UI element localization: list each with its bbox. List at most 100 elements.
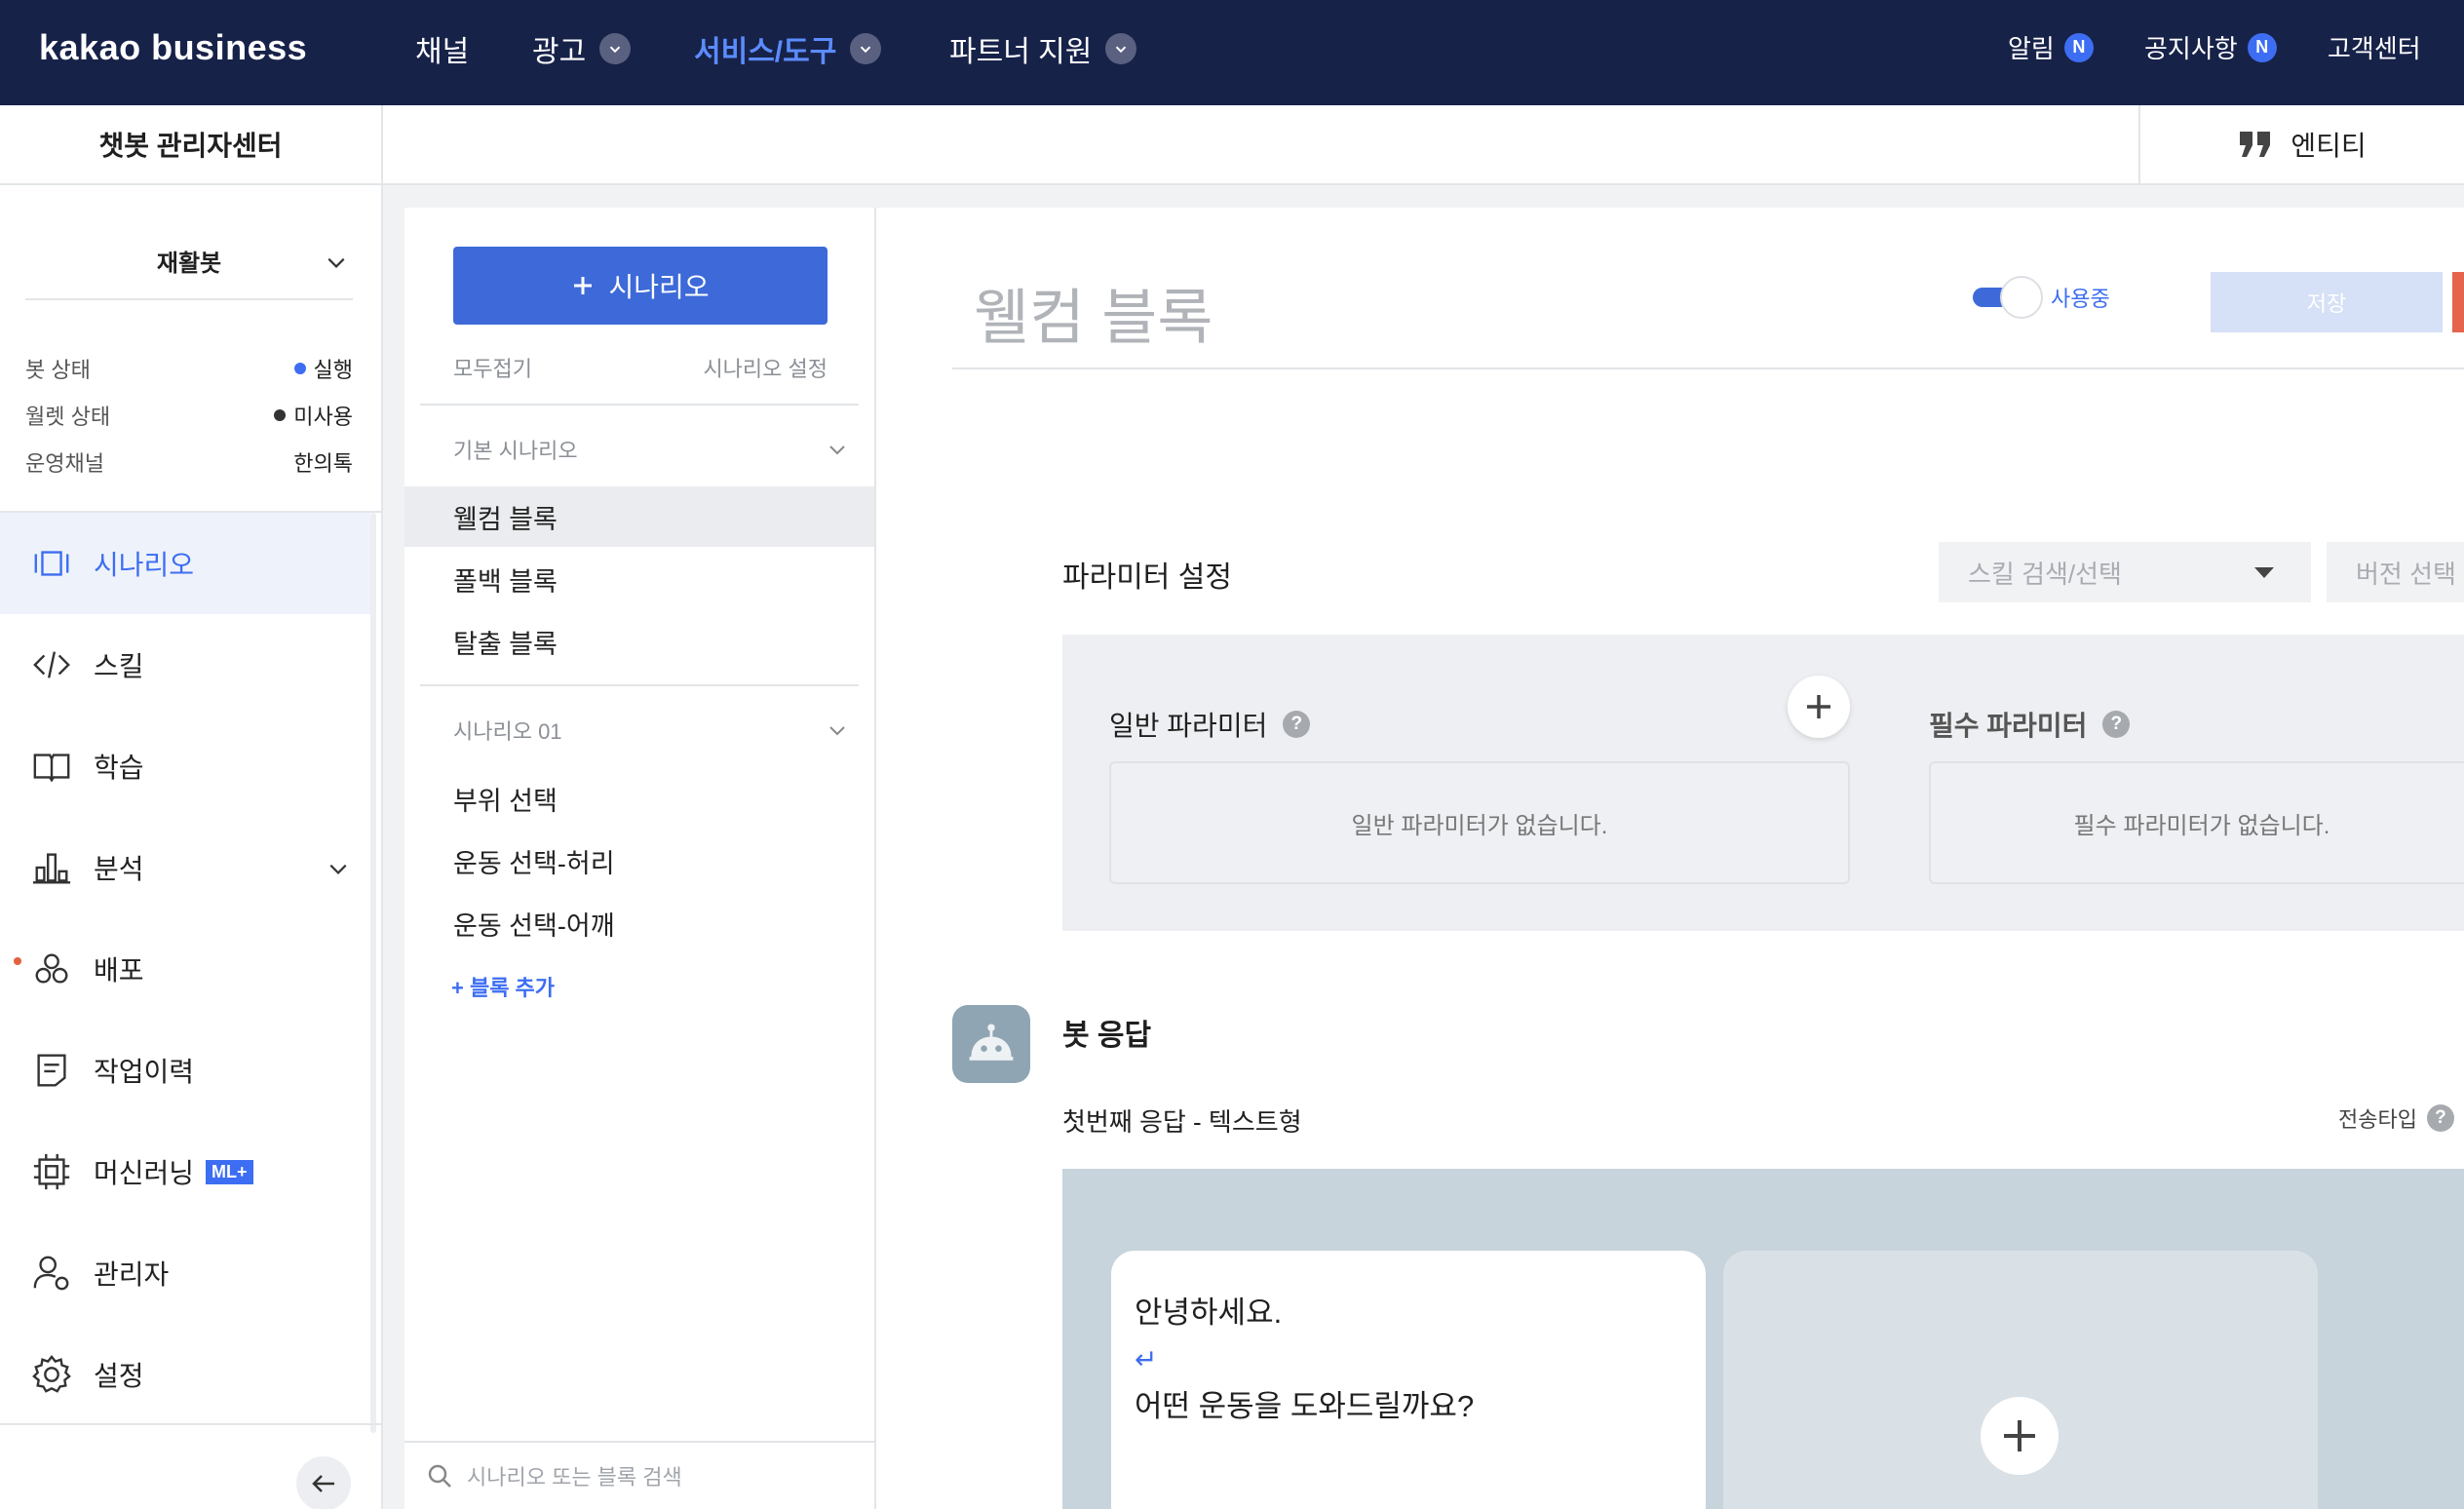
required-param-header: 필수 파라미터 ? bbox=[1929, 705, 2131, 744]
search-input[interactable]: 시나리오 또는 블록 검색 bbox=[467, 1460, 682, 1491]
sidebar-item-label: 스킬 bbox=[94, 651, 144, 681]
sidebar-item-deploy[interactable]: 배포 bbox=[0, 918, 370, 1020]
nav-partner-support[interactable]: 파트너 지원 bbox=[949, 27, 1137, 70]
chevron-down-icon bbox=[850, 33, 882, 64]
scenario-group-header[interactable]: 기본 시나리오 bbox=[453, 434, 847, 465]
group-title: 시나리오 01 bbox=[453, 719, 562, 744]
sidebar-item-label: 학습 bbox=[94, 753, 144, 783]
block-title-input[interactable]: 웰컴 블록 bbox=[974, 268, 1213, 356]
code-icon bbox=[33, 651, 70, 678]
sidebar-item-label: 설정 bbox=[94, 1361, 144, 1391]
chevron-down-icon bbox=[329, 864, 347, 874]
notice-link[interactable]: 공지사항 N bbox=[2144, 29, 2277, 65]
bot-response-title: 봇 응답 bbox=[1062, 1020, 1152, 1052]
plus-icon bbox=[2004, 1420, 2035, 1451]
admin-icon bbox=[33, 1256, 69, 1291]
new-badge: N bbox=[2247, 32, 2277, 62]
nav-ads[interactable]: 광고 bbox=[532, 27, 632, 70]
status-label: 운영채널 bbox=[25, 451, 104, 476]
add-scenario-button[interactable]: 시나리오 bbox=[453, 247, 828, 325]
block-item-fallback[interactable]: 폴백 블록 bbox=[404, 549, 874, 609]
required-param-empty: 필수 파라미터가 없습니다. bbox=[1929, 761, 2464, 884]
general-param-empty: 일반 파라미터가 없습니다. bbox=[1109, 761, 1850, 884]
add-scenario-label: 시나리오 bbox=[608, 272, 710, 302]
divider bbox=[952, 368, 2464, 369]
toggle-label: 사용중 bbox=[2051, 287, 2110, 311]
sidebar-item-admin[interactable]: 관리자 bbox=[0, 1222, 370, 1324]
send-type-control[interactable]: 전송타입 ? bbox=[2338, 1103, 2454, 1134]
book-icon bbox=[33, 754, 70, 783]
collapse-all-link[interactable]: 모두접기 bbox=[453, 352, 532, 383]
bot-status-row: 봇 상태 실행 bbox=[25, 353, 353, 384]
sidebar-item-label: 시나리오 bbox=[94, 550, 195, 580]
add-response-card[interactable] bbox=[1723, 1251, 2318, 1509]
deploy-icon bbox=[35, 953, 68, 984]
version-select[interactable]: 버전 선택 bbox=[2327, 542, 2464, 602]
block-item-exercise-shoulder[interactable]: 운동 선택-어깨 bbox=[404, 893, 874, 953]
toggle-knob bbox=[2000, 276, 2043, 319]
toggle-track bbox=[1973, 276, 2043, 319]
collapse-sidebar-button[interactable] bbox=[296, 1456, 351, 1509]
block-item-welcome[interactable]: 웰컴 블록 bbox=[404, 486, 874, 547]
sidebar-item-history[interactable]: 작업이력 bbox=[0, 1020, 370, 1121]
sidebar-item-machine-learning[interactable]: 머신러닝 ML+ bbox=[0, 1121, 370, 1222]
chevron-down-icon bbox=[1105, 33, 1137, 64]
alarm-label: 알림 bbox=[2008, 34, 2055, 63]
status-label: 봇 상태 bbox=[25, 358, 91, 382]
chart-icon bbox=[32, 853, 71, 884]
block-label: 웰컴 블록 bbox=[453, 504, 558, 534]
alarm-link[interactable]: 알림 N bbox=[2008, 29, 2094, 65]
first-response-label: 첫번째 응답 - 텍스트형 bbox=[1062, 1107, 1302, 1137]
status-label: 월렛 상태 bbox=[25, 405, 111, 429]
add-general-param-button[interactable] bbox=[1788, 676, 1850, 738]
block-item-part-select[interactable]: 부위 선택 bbox=[404, 768, 874, 829]
nav-services-label: 서비스/도구 bbox=[694, 36, 837, 68]
sidebar-item-scenario[interactable]: 시나리오 bbox=[0, 513, 370, 614]
param-section-title: 파라미터 설정 bbox=[1062, 561, 1232, 594]
plus-icon bbox=[1807, 695, 1830, 718]
block-label: 폴백 블록 bbox=[453, 566, 558, 597]
kakao-business-logo[interactable]: kakao business bbox=[39, 27, 307, 68]
support-link[interactable]: 고객센터 bbox=[2328, 29, 2421, 65]
block-item-exercise-waist[interactable]: 운동 선택-허리 bbox=[404, 831, 874, 891]
sidebar-item-label: 관리자 bbox=[94, 1259, 170, 1290]
help-icon[interactable]: ? bbox=[1283, 711, 1311, 738]
arrow-left-icon bbox=[312, 1475, 334, 1492]
delete-button[interactable] bbox=[2452, 272, 2464, 332]
add-response-button[interactable] bbox=[1981, 1397, 2059, 1475]
skill-select-placeholder: 스킬 검색/선택 bbox=[1968, 559, 2122, 589]
line-break-icon: ↵ bbox=[1135, 1344, 1158, 1374]
divider bbox=[0, 1423, 381, 1425]
nav-services-tools[interactable]: 서비스/도구 bbox=[694, 27, 882, 70]
sidebar-item-skill[interactable]: 스킬 bbox=[0, 614, 370, 716]
sidebar-item-settings[interactable]: 설정 bbox=[0, 1324, 370, 1425]
block-label: 탈출 블록 bbox=[453, 629, 558, 659]
chevron-down-icon bbox=[829, 445, 845, 455]
add-block-link[interactable]: + 블록 추가 bbox=[451, 971, 555, 1002]
sidebar-scrollbar[interactable] bbox=[370, 513, 376, 1433]
scenario-search[interactable]: 시나리오 또는 블록 검색 bbox=[404, 1441, 874, 1509]
sub-header: 엔티티 bbox=[383, 105, 2464, 185]
support-label: 고객센터 bbox=[2328, 34, 2421, 63]
nav-channel[interactable]: 채널 bbox=[415, 27, 469, 70]
sidebar-item-analysis[interactable]: 분석 bbox=[0, 817, 370, 918]
scenario-panel: 시나리오 모두접기 시나리오 설정 기본 시나리오 웰컴 블록 폴백 블록 탈출… bbox=[404, 208, 876, 1509]
scenario-settings-link[interactable]: 시나리오 설정 bbox=[703, 352, 828, 383]
skill-select[interactable]: 스킬 검색/선택 bbox=[1939, 542, 2311, 602]
scenario-group-header[interactable]: 시나리오 01 bbox=[453, 715, 847, 746]
sidebar-item-label: 머신러닝 bbox=[94, 1158, 195, 1188]
divider bbox=[420, 684, 859, 686]
group-title: 기본 시나리오 bbox=[453, 439, 578, 463]
save-button[interactable]: 저장 bbox=[2211, 272, 2443, 332]
tab-entity[interactable]: 엔티티 bbox=[2138, 105, 2464, 183]
text-response-card[interactable]: 안녕하세요. ↵ 어떤 운동을 도와드릴까요? bbox=[1111, 1251, 1706, 1509]
help-icon[interactable]: ? bbox=[2426, 1104, 2454, 1132]
status-value: 미사용 bbox=[293, 405, 353, 429]
bot-selector[interactable]: 재활봇 bbox=[25, 222, 353, 300]
channel-status-row: 운영채널 한의톡 bbox=[25, 446, 353, 478]
usage-toggle[interactable]: 사용중 bbox=[1973, 276, 2110, 319]
sidebar-title: 챗봇 관리자센터 bbox=[0, 105, 381, 185]
help-icon[interactable]: ? bbox=[2102, 711, 2131, 738]
sidebar-item-learning[interactable]: 학습 bbox=[0, 716, 370, 817]
block-item-exit[interactable]: 탈출 블록 bbox=[404, 611, 874, 672]
